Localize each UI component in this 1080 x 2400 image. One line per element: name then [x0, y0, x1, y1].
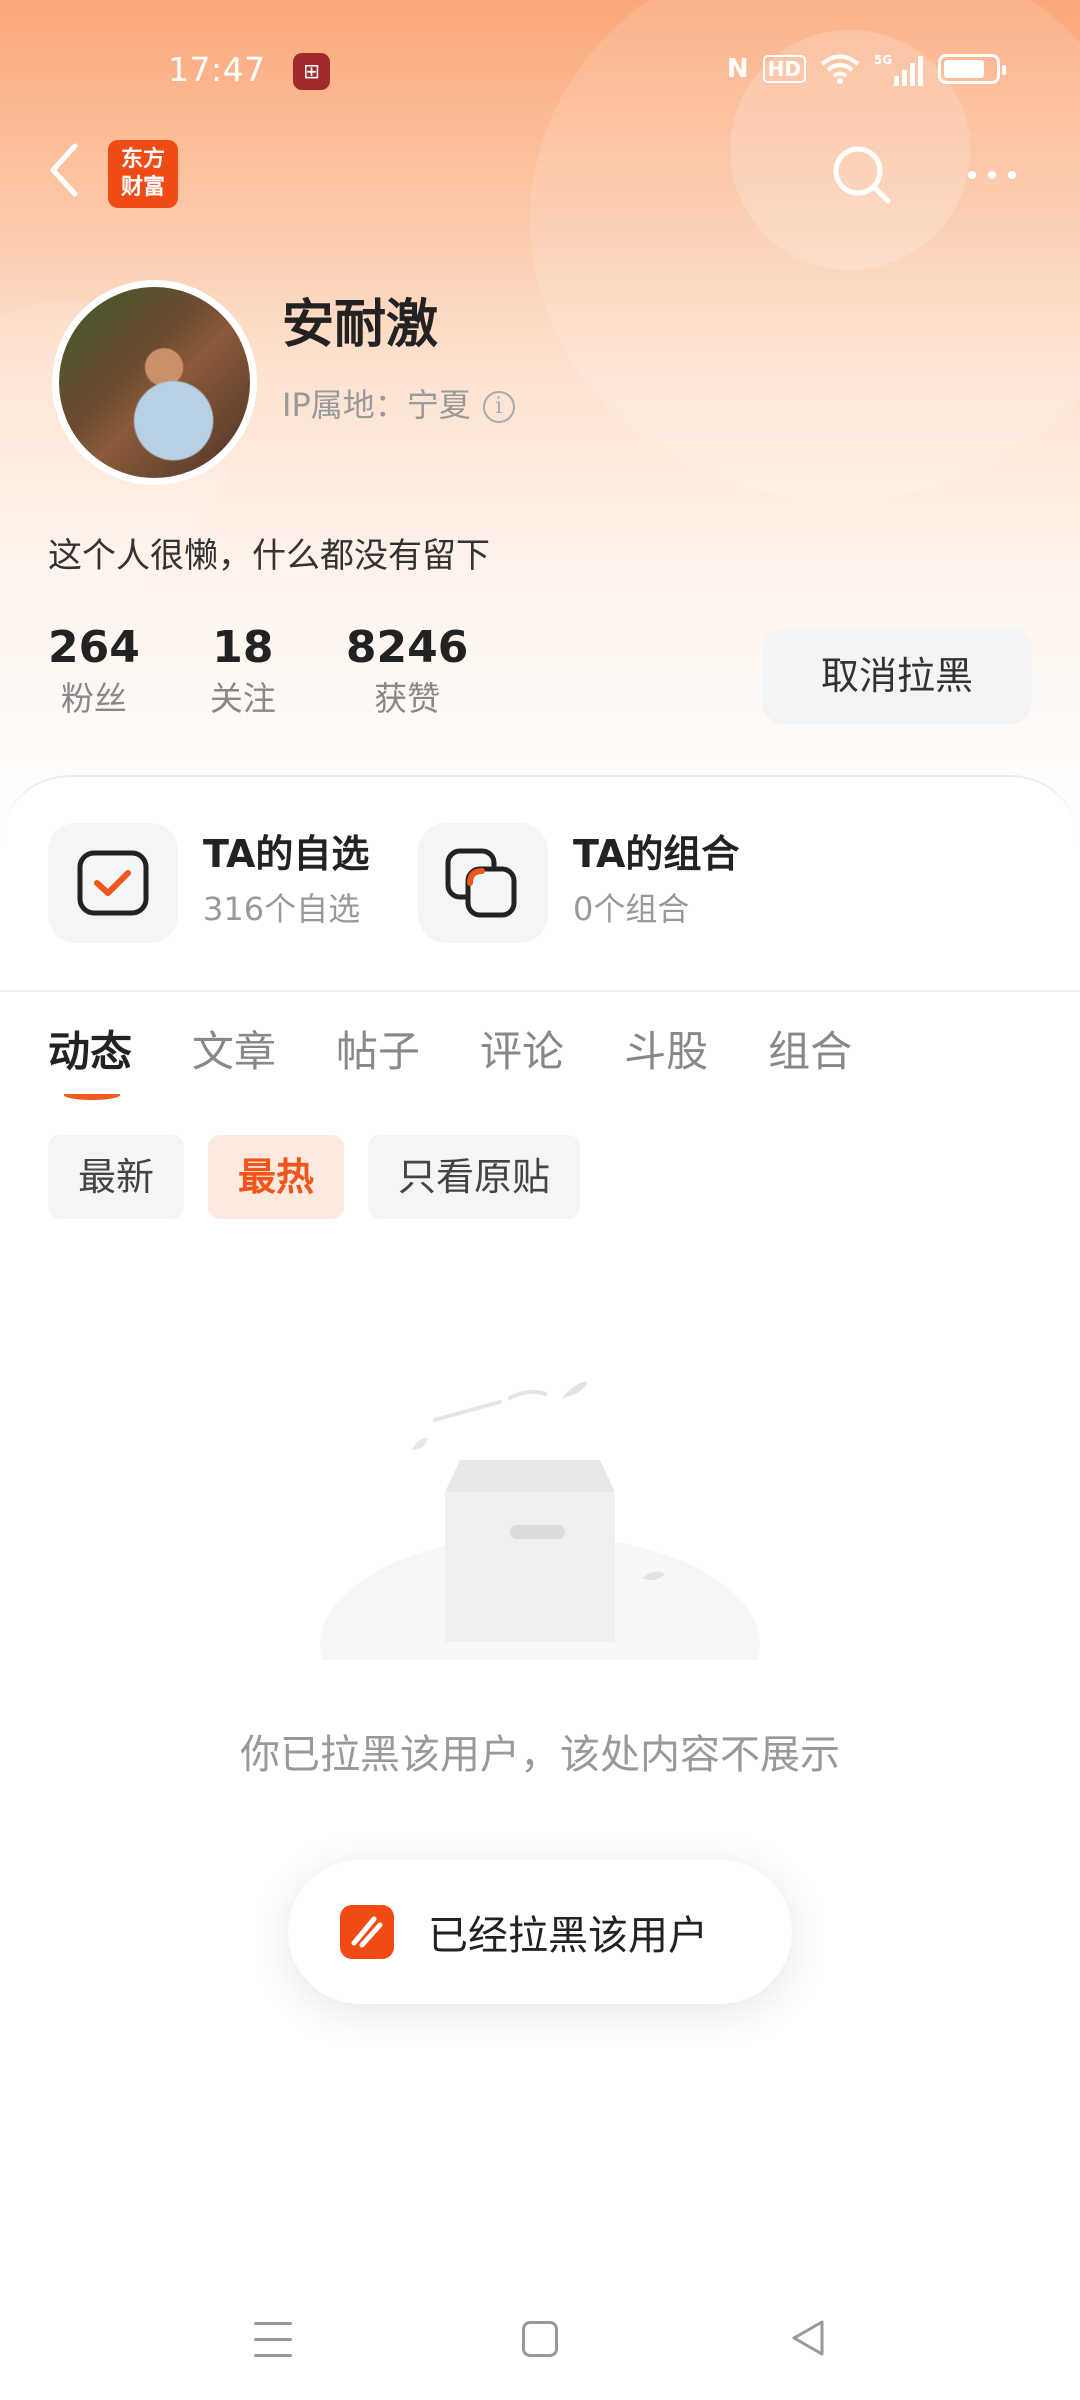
- chevron-left-icon: [50, 143, 78, 197]
- menu-icon: [254, 2322, 292, 2325]
- stat-value: 8246: [345, 622, 469, 673]
- 5g-signal-icon: 5G: [874, 53, 923, 86]
- info-icon[interactable]: i: [482, 391, 515, 423]
- stat-likes[interactable]: 8246 获赞: [346, 620, 468, 722]
- empty-state-message: 你已拉黑该用户，该处内容不展示: [240, 1732, 840, 1778]
- stat-followers[interactable]: 264 粉丝: [48, 620, 140, 722]
- stat-value: 264: [48, 622, 140, 673]
- back-button[interactable]: [45, 140, 85, 200]
- bio: 这个人很懒，什么都没有留下: [48, 536, 490, 576]
- status-bar: 17:47 ⊞ N HD 5G: [0, 0, 1080, 140]
- tab-posts[interactable]: 帖子: [336, 1020, 420, 1084]
- nfc-icon: N: [726, 54, 749, 84]
- more-dots-icon: [1008, 171, 1016, 179]
- empty-box-icon: [320, 1381, 760, 1660]
- feature-subtitle: 0个组合: [573, 890, 690, 928]
- filter-chips: 最新 最热 只看原贴: [48, 1135, 581, 1219]
- ip-location-text: IP属地：宁夏: [282, 386, 471, 424]
- status-indicators: N HD 5G: [726, 52, 1006, 86]
- feature-watchlist[interactable]: TA的自选 316个自选: [48, 823, 369, 943]
- more-dots-icon: [968, 171, 976, 179]
- filter-hottest[interactable]: 最热: [208, 1135, 345, 1219]
- svg-text:5G: 5G: [874, 53, 892, 67]
- username: 安耐激: [282, 295, 439, 355]
- brand-logo-line2: 财富: [120, 175, 165, 200]
- search-button[interactable]: [830, 143, 894, 207]
- feature-text: TA的自选 316个自选: [203, 828, 369, 938]
- more-button[interactable]: [968, 160, 1028, 190]
- tab-dynamics[interactable]: 动态: [48, 1020, 132, 1084]
- divider: [0, 990, 1080, 992]
- wifi-icon: [820, 54, 860, 84]
- stat-value: 18: [212, 622, 274, 673]
- more-dots-icon: [988, 171, 996, 179]
- feature-icon-box: [418, 823, 548, 943]
- stat-following[interactable]: 18 关注: [210, 620, 276, 722]
- tab-portfolios[interactable]: 组合: [768, 1020, 852, 1084]
- bank-app-icon: ⊞: [293, 53, 330, 90]
- stat-label: 获赞: [374, 679, 441, 718]
- toast: 已经拉黑该用户: [288, 1860, 792, 2004]
- feature-title: TA的自选: [203, 832, 370, 876]
- brand-logo[interactable]: 东方 财富: [108, 140, 178, 208]
- ip-location: IP属地：宁夏 i: [282, 380, 515, 426]
- stat-label: 粉丝: [60, 679, 127, 718]
- status-time: 17:47: [168, 50, 266, 89]
- content-tabs: 动态 文章 帖子 评论 斗股 组合: [48, 1020, 912, 1084]
- tab-stock-battle[interactable]: 斗股: [624, 1020, 708, 1084]
- feature-text: TA的组合 0个组合: [573, 828, 739, 938]
- unblock-button[interactable]: 取消拉黑: [762, 628, 1032, 724]
- toast-message: 已经拉黑该用户: [428, 1913, 708, 1959]
- recent-apps-button[interactable]: [254, 2322, 292, 2358]
- portfolio-icon: [445, 848, 517, 918]
- tab-comments[interactable]: 评论: [480, 1020, 564, 1084]
- feature-title: TA的组合: [573, 832, 740, 876]
- filter-latest[interactable]: 最新: [48, 1135, 185, 1219]
- app-logo-icon: [340, 1905, 394, 1959]
- active-tab-indicator: [64, 1090, 120, 1100]
- feature-portfolio[interactable]: TA的组合 0个组合: [418, 823, 739, 943]
- feature-subtitle: 316个自选: [203, 890, 361, 928]
- search-icon: [833, 146, 891, 204]
- profile-stats: 264 粉丝 18 关注 8246 获赞: [48, 620, 538, 722]
- tab-articles[interactable]: 文章: [192, 1020, 276, 1084]
- hd-icon: HD: [762, 55, 806, 83]
- stat-label: 关注: [209, 679, 276, 718]
- menu-icon: [254, 2354, 292, 2357]
- avatar[interactable]: [52, 280, 257, 485]
- feature-icon-box: [48, 823, 178, 943]
- watchlist-check-icon: [77, 850, 149, 916]
- battery-icon: [938, 54, 1006, 84]
- menu-icon: [254, 2338, 292, 2341]
- home-button[interactable]: [522, 2321, 558, 2357]
- brand-logo-line1: 东方: [120, 147, 165, 172]
- system-navigation-bar: [0, 2300, 1080, 2400]
- system-back-icon[interactable]: [788, 2318, 828, 2358]
- app-logo-mark: [351, 1916, 383, 1948]
- filter-original-only[interactable]: 只看原贴: [368, 1135, 581, 1219]
